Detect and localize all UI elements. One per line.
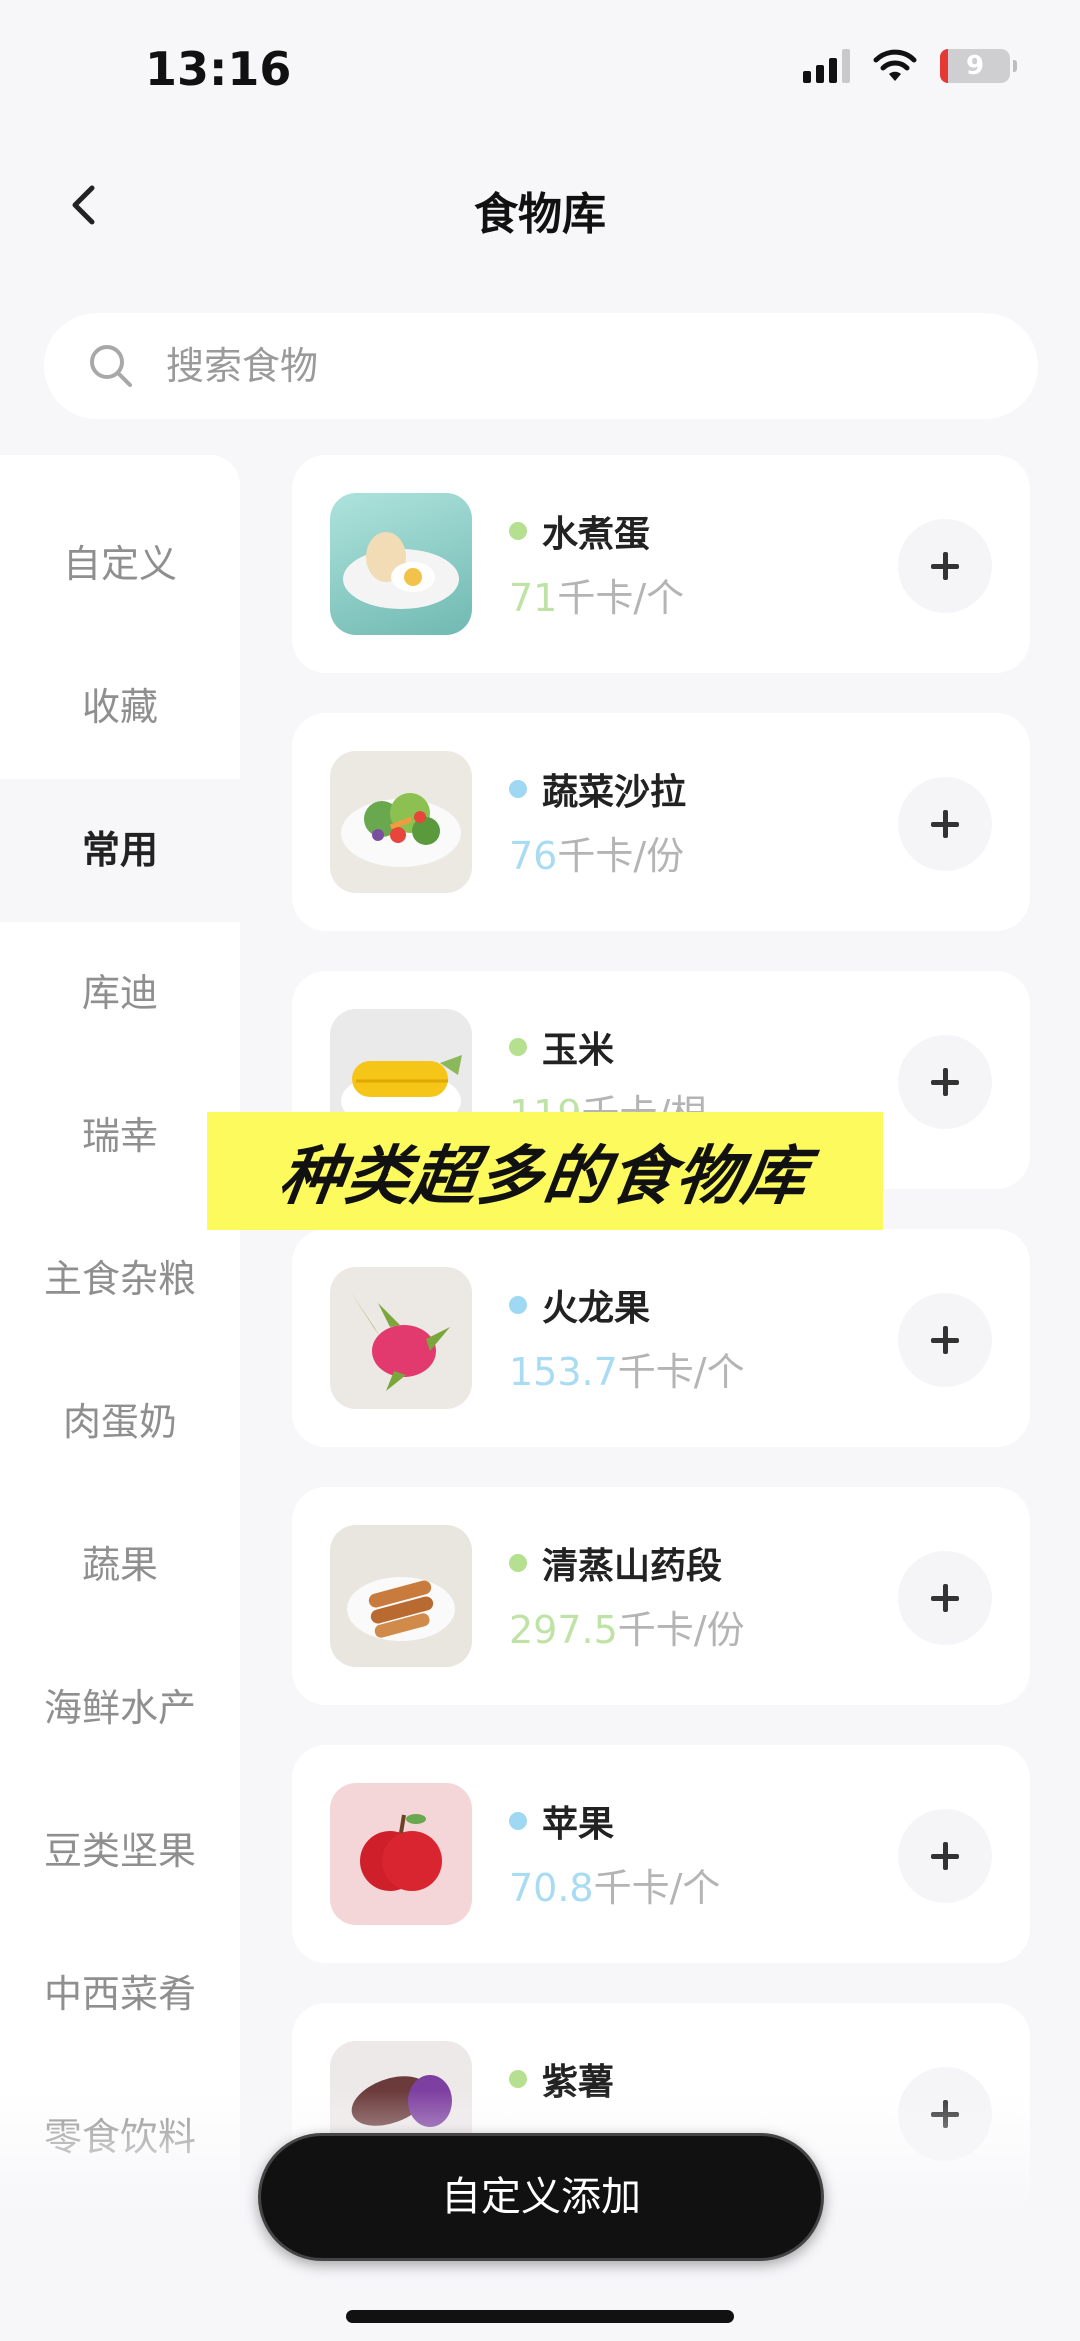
food-name: 水煮蛋 [542,514,651,555]
status-icons: 9 [803,48,1017,84]
food-dot [509,1812,527,1830]
wifi-icon [873,49,917,81]
boiled-egg-image [330,493,472,635]
food-calories: 297.5千卡/份 [509,1608,745,1652]
sidebar-item-luckin[interactable]: 瑞幸 [0,1065,240,1208]
food-card[interactable]: 清蒸山药段 297.5千卡/份 [292,1487,1030,1705]
custom-add-button[interactable]: 自定义添加 [258,2133,824,2261]
sidebar-item-cotti[interactable]: 库迪 [0,922,240,1065]
cellular-signal-icon [803,49,850,83]
promo-banner-text: 种类超多的食物库 [274,1140,814,1214]
food-card[interactable]: 苹果 70.8千卡/个 [292,1745,1030,1963]
page-title: 食物库 [474,189,606,240]
search-bar[interactable] [44,313,1038,419]
add-button[interactable] [898,519,992,613]
food-dot [509,780,527,798]
sidebar-item-custom[interactable]: 自定义 [0,493,240,636]
food-name: 苹果 [542,1804,615,1845]
add-button[interactable] [898,1551,992,1645]
apple-image [330,1783,472,1925]
food-card[interactable]: 火龙果 153.7千卡/个 [292,1229,1030,1447]
sidebar-item-fruit-veg[interactable]: 蔬果 [0,1494,240,1637]
food-dot [509,522,527,540]
status-time: 13:16 [145,42,292,96]
sidebar-item-meat-egg-milk[interactable]: 肉蛋奶 [0,1351,240,1494]
food-dot [509,1554,527,1572]
sidebar-item-staples[interactable]: 主食杂粮 [0,1208,240,1351]
sidebar-item-favorites[interactable]: 收藏 [0,636,240,779]
sidebar-item-beans-nuts[interactable]: 豆类坚果 [0,1780,240,1923]
add-button[interactable] [898,1035,992,1129]
sidebar-item-frequent[interactable]: 常用 [0,779,240,922]
search-icon [90,345,132,387]
dragon-fruit-image [330,1267,472,1409]
battery-icon: 9 [940,49,1017,83]
sidebar-item-seafood[interactable]: 海鲜水产 [0,1637,240,1780]
food-calories: 70.8千卡/个 [509,1866,721,1910]
food-card[interactable]: 蔬菜沙拉 76千卡/份 [292,713,1030,931]
nav-bar: 食物库 [0,150,1080,260]
status-bar: 13:16 9 [0,0,1080,150]
food-name: 蔬菜沙拉 [542,772,687,813]
food-name: 火龙果 [542,1288,651,1329]
salad-image [330,751,472,893]
sidebar-item-dishes[interactable]: 中西菜肴 [0,1923,240,2066]
add-button[interactable] [898,1293,992,1387]
food-card[interactable]: 水煮蛋 71千卡/个 [292,455,1030,673]
home-indicator [346,2310,734,2323]
add-button[interactable] [898,1809,992,1903]
category-sidebar: 自定义 收藏 常用 库迪 瑞幸 主食杂粮 肉蛋奶 蔬果 海鲜水产 豆类坚果 中西… [0,455,240,2341]
food-calories: 71千卡/个 [509,576,685,620]
yam-image [330,1525,472,1667]
promo-banner: 种类超多的食物库 [207,1112,883,1230]
food-name: 玉米 [542,1030,615,1071]
search-input[interactable] [164,343,928,389]
food-dot [509,1038,527,1056]
food-calories: 153.7千卡/个 [509,1350,745,1394]
food-dot [509,2070,527,2088]
add-button[interactable] [898,777,992,871]
food-dot [509,1296,527,1314]
food-calories: 76千卡/份 [509,834,685,878]
food-name: 清蒸山药段 [542,1546,723,1587]
